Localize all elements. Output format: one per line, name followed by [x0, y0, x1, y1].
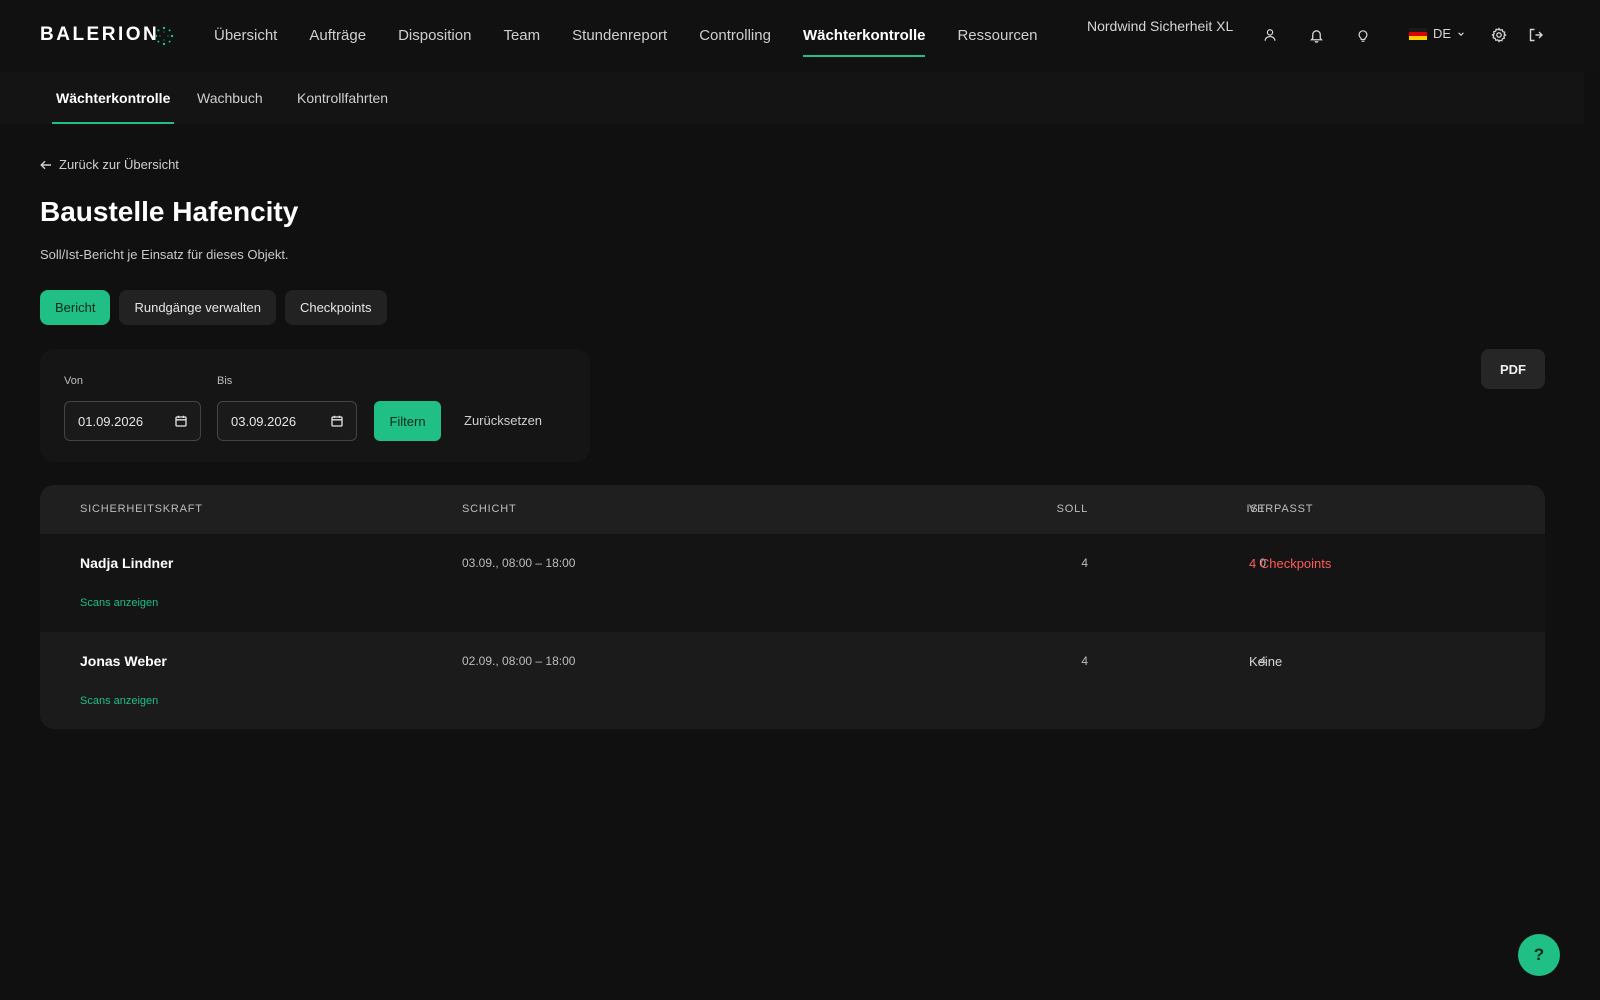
chevron-down-icon	[1458, 31, 1464, 36]
show-scans-link[interactable]: Scans anzeigen	[80, 695, 158, 707]
report-tabs: Bericht Rundgänge verwalten Checkpoints	[40, 290, 387, 325]
nav-item-uebersicht[interactable]: Übersicht	[214, 0, 277, 72]
table-row: Nadja Lindner Scans anzeigen 03.09., 08:…	[40, 534, 1545, 632]
nav-item-ressourcen[interactable]: Ressourcen	[957, 0, 1037, 72]
brand-mark-icon	[154, 26, 174, 46]
target-count: 4	[1081, 654, 1088, 668]
bell-icon[interactable]	[1307, 26, 1325, 44]
from-date-input[interactable]: 01.09.2026	[64, 401, 201, 441]
page-title: Baustelle Hafencity	[40, 196, 299, 227]
logout-icon[interactable]	[1527, 26, 1545, 44]
reset-button[interactable]: Zurücksetzen	[464, 401, 542, 441]
to-date-input[interactable]: 03.09.2026	[217, 401, 357, 441]
lightbulb-icon[interactable]	[1354, 26, 1372, 44]
date-filter-card: Von 01.09.2026 Bis 03.09.2026 Filtern Zu…	[40, 349, 590, 462]
target-count: 4	[1081, 556, 1088, 570]
subnav-item-wachbuch[interactable]: Wachbuch	[197, 72, 263, 124]
nav-item-controlling[interactable]: Controlling	[699, 0, 771, 72]
nav-item-stundenreport[interactable]: Stundenreport	[572, 0, 667, 72]
nav-item-team[interactable]: Team	[503, 0, 540, 72]
missed-checkpoints: 4 Checkpoints	[1249, 556, 1332, 571]
tab-rundgaenge-verwalten[interactable]: Rundgänge verwalten	[119, 290, 276, 325]
to-date-label: Bis	[217, 375, 233, 387]
show-scans-link[interactable]: Scans anzeigen	[80, 597, 158, 609]
company-name: Nordwind Sicherheit XL	[1087, 18, 1234, 34]
column-header-missed: VERPASST	[1249, 503, 1314, 515]
back-link-label: Zurück zur Übersicht	[59, 157, 179, 172]
nav-item-waechterkontrolle[interactable]: Wächterkontrolle	[802, 0, 925, 72]
flag-de-icon	[1409, 27, 1427, 40]
subnav-item-kontrollfahrten[interactable]: Kontrollfahrten	[297, 72, 388, 124]
user-icon[interactable]	[1261, 26, 1279, 44]
main-nav: Übersicht Aufträge Disposition Team Stun…	[214, 0, 1070, 72]
missed-checkpoints: Keine	[1249, 654, 1283, 669]
to-date-value: 03.09.2026	[231, 413, 297, 429]
arrow-left-icon	[40, 160, 51, 169]
calendar-icon	[175, 415, 187, 427]
column-header-target: SOLL	[1056, 503, 1088, 515]
back-link[interactable]: Zurück zur Übersicht	[40, 157, 179, 172]
column-header-guard: SICHERHEITSKRAFT	[80, 503, 203, 515]
help-button[interactable]: ?	[1518, 934, 1560, 976]
shift-time: 03.09., 08:00 – 18:00	[462, 556, 576, 570]
calendar-icon	[331, 415, 343, 427]
pdf-export-button[interactable]: PDF	[1481, 349, 1545, 389]
filter-button[interactable]: Filtern	[374, 401, 441, 441]
nav-item-disposition[interactable]: Disposition	[398, 0, 471, 72]
shift-time: 02.09., 08:00 – 18:00	[462, 654, 576, 668]
sub-nav: Wächterkontrolle Wachbuch Kontrollfahrte…	[0, 72, 1584, 124]
tab-checkpoints[interactable]: Checkpoints	[284, 290, 387, 325]
language-label: DE	[1433, 26, 1452, 41]
table-row: Jonas Weber Scans anzeigen 02.09., 08:00…	[40, 632, 1545, 729]
language-selector[interactable]: DE	[1409, 26, 1465, 41]
subnav-item-waechterkontrolle[interactable]: Wächterkontrolle	[51, 72, 175, 124]
tab-bericht[interactable]: Bericht	[40, 290, 111, 325]
report-table: SICHERHEITSKRAFT SCHICHT SOLL IST VERPAS…	[40, 485, 1545, 729]
guard-name: Nadja Lindner	[80, 555, 174, 571]
table-header: SICHERHEITSKRAFT SCHICHT SOLL IST VERPAS…	[40, 485, 1545, 534]
column-header-shift: SCHICHT	[462, 503, 517, 515]
brand-logo[interactable]: BALERION	[40, 24, 159, 46]
settings-icon[interactable]	[1490, 26, 1508, 44]
from-date-label: Von	[64, 375, 83, 387]
page-subtitle: Soll/Ist-Bericht je Einsatz für dieses O…	[40, 247, 289, 262]
top-bar: BALERION Übersicht Aufträge Disposition …	[0, 0, 1600, 72]
guard-name: Jonas Weber	[80, 653, 167, 669]
nav-item-auftraege[interactable]: Aufträge	[309, 0, 366, 72]
from-date-value: 01.09.2026	[78, 413, 144, 429]
